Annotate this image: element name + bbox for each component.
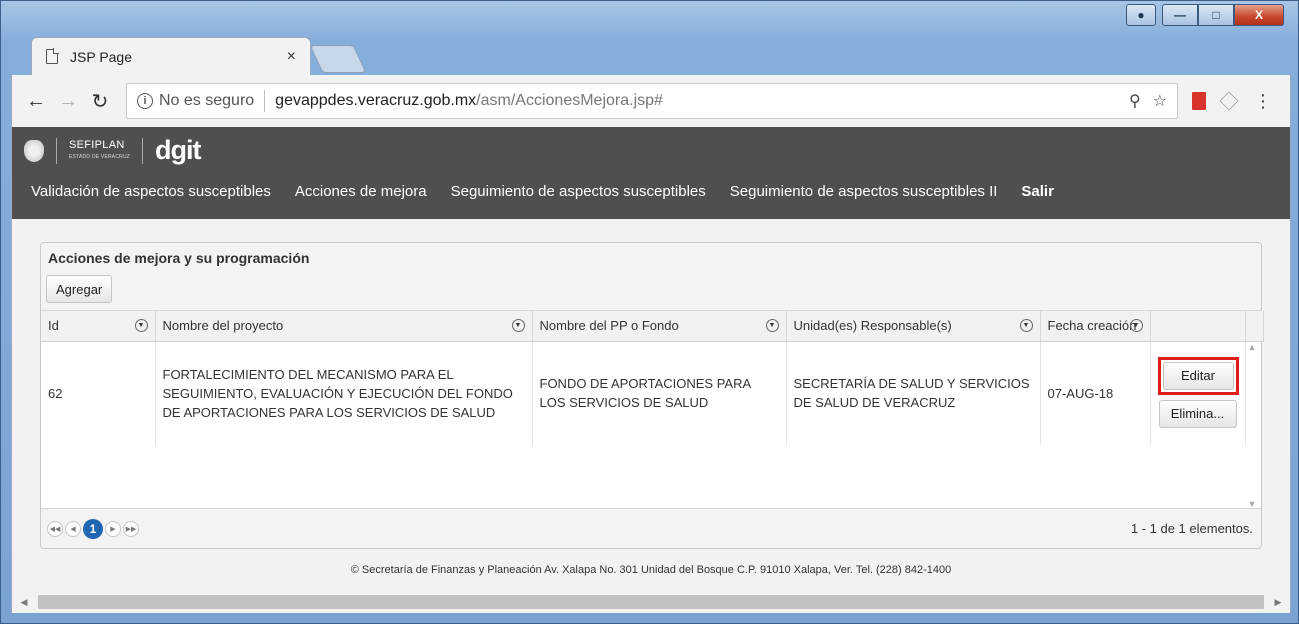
browser-toolbar: ← → ↻ i No es seguro gevappdes.veracruz.… (11, 75, 1291, 127)
column-header-proyecto[interactable]: Nombre del proyecto ▼ (155, 311, 533, 342)
cell-id: 62 (41, 341, 156, 445)
url-path: /asm/AccionesMejora.jsp# (476, 92, 663, 109)
page-number-button[interactable]: 1 (83, 518, 103, 539)
acciones-panel: Acciones de mejora y su programación Agr… (40, 242, 1264, 549)
column-header-label: Id (48, 318, 59, 334)
info-icon[interactable]: i (137, 93, 153, 109)
tab-close-icon[interactable]: × (287, 48, 296, 66)
nav-salir[interactable]: Salir (1021, 183, 1054, 200)
browser-tab[interactable]: JSP Page × (31, 37, 311, 75)
filter-icon[interactable]: ▼ (1129, 319, 1143, 332)
edit-highlight: Editar (1157, 356, 1239, 395)
cell-fondo: FONDO DE APORTACIONES PARA LOS SERVICIOS… (532, 341, 787, 445)
reload-icon[interactable]: ↻ (84, 89, 116, 114)
main-nav: Validación de aspectos susceptibles Acci… (31, 183, 1078, 200)
logo-divider (142, 137, 144, 164)
maximize-button[interactable]: □ (1198, 4, 1234, 26)
column-header-scroll (1245, 311, 1264, 342)
add-button[interactable]: Agregar (46, 275, 113, 303)
column-header-actions (1150, 311, 1246, 342)
next-page-icon[interactable]: ▶ (105, 520, 121, 537)
column-header-label: Nombre del proyecto (162, 318, 284, 334)
cell-unidad: SECRETARÍA DE SALUD Y SERVICIOS DE SALUD… (786, 341, 1041, 445)
forward-icon[interactable]: → (52, 90, 84, 113)
bookmark-star-icon[interactable]: ☆ (1153, 91, 1167, 111)
pager-info: 1 - 1 de 1 elementos. (1130, 521, 1253, 536)
page-footer: © Secretaría de Finanzas y Planeación Av… (350, 564, 952, 576)
filter-icon[interactable]: ▼ (765, 319, 779, 332)
nav-acciones-mejora[interactable]: Acciones de mejora (295, 183, 427, 200)
browser-menu-icon[interactable]: ⋮ (1254, 91, 1272, 112)
panel-title: Acciones de mejora y su programación (48, 250, 310, 266)
scroll-thumb[interactable] (38, 595, 1264, 609)
address-bar[interactable]: i No es seguro gevappdes.veracruz.gob.mx… (126, 83, 1178, 119)
last-page-icon[interactable]: ▶▶ (123, 520, 139, 537)
new-tab-button[interactable] (309, 45, 367, 73)
edit-button[interactable]: Editar (1162, 361, 1234, 390)
horizontal-scrollbar[interactable]: ◀ ▶ (12, 591, 1290, 613)
nav-seguimiento-ii[interactable]: Seguimiento de aspectos susceptibles II (730, 183, 998, 200)
sefiplan-logo: SEFIPLAN ESTADO DE VERACRUZ (69, 139, 130, 163)
extension-bookmark-icon[interactable] (1192, 92, 1206, 110)
grid-pager: ◀◀ ◀ 1 ▶ ▶▶ 1 - 1 de 1 elementos. (41, 508, 1261, 548)
column-header-unidad[interactable]: Unidad(es) Responsable(s) ▼ (786, 311, 1041, 342)
close-window-button[interactable]: X (1234, 4, 1284, 26)
panel-header: Acciones de mejora y su programación Agr… (41, 243, 1261, 311)
filter-icon[interactable]: ▼ (511, 319, 525, 332)
page-viewport: SEFIPLAN ESTADO DE VERACRUZ dgit Validac… (11, 127, 1291, 613)
user-icon[interactable]: ● (1126, 4, 1156, 26)
grid-vertical-scrollbar[interactable]: ▲ ▼ (1243, 342, 1261, 509)
column-header-label: Nombre del PP o Fondo (539, 318, 679, 334)
filter-icon[interactable]: ▼ (134, 319, 148, 332)
logos: SEFIPLAN ESTADO DE VERACRUZ dgit (24, 135, 202, 166)
prev-page-icon[interactable]: ◀ (65, 520, 81, 537)
browser-window: ● — □ X JSP Page × ← → ↻ i No es seguro … (0, 0, 1299, 624)
data-grid: Id ▼ Nombre del proyecto ▼ Nombre del PP o… (41, 311, 1264, 445)
url-host: gevappdes.veracruz.gob.mx (275, 92, 477, 109)
table-row: 62 FORTALECIMIENTO DEL MECANISMO PARA EL… (41, 341, 1263, 445)
filter-icon[interactable]: ▼ (1019, 319, 1033, 332)
sefiplan-text: SEFIPLAN (69, 138, 125, 151)
first-page-icon[interactable]: ◀◀ (47, 520, 63, 537)
column-header-fecha[interactable]: Fecha creación ▼ (1040, 311, 1151, 342)
site-header: SEFIPLAN ESTADO DE VERACRUZ dgit Validac… (12, 127, 1290, 219)
dgit-logo: dgit (155, 135, 201, 165)
sefiplan-subtext: ESTADO DE VERACRUZ (69, 153, 131, 160)
column-header-fondo[interactable]: Nombre del PP o Fondo ▼ (532, 311, 787, 342)
column-header-label: Fecha creación (1047, 318, 1137, 334)
column-header-id[interactable]: Id ▼ (41, 311, 156, 342)
column-header-label: Unidad(es) Responsable(s) (793, 318, 952, 334)
cell-fecha: 07-AUG-18 (1040, 341, 1151, 445)
extension-cube-icon[interactable] (1219, 91, 1239, 111)
logo-divider (56, 137, 57, 164)
scroll-right-icon[interactable]: ▶ (1266, 597, 1290, 608)
grid-header-row: Id ▼ Nombre del proyecto ▼ Nombre del PP o… (41, 311, 1264, 342)
nav-validacion[interactable]: Validación de aspectos susceptibles (31, 183, 271, 200)
nav-seguimiento[interactable]: Seguimiento de aspectos susceptibles (451, 183, 706, 200)
scroll-up-icon[interactable]: ▲ (1243, 342, 1261, 352)
url-separator (264, 90, 266, 112)
cell-proyecto: FORTALECIMIENTO DEL MECANISMO PARA EL SE… (155, 341, 533, 445)
scroll-left-icon[interactable]: ◀ (12, 597, 36, 608)
state-crest-icon (24, 139, 44, 162)
zoom-icon[interactable]: ⚲ (1129, 91, 1141, 111)
delete-button[interactable]: Elimina... (1158, 399, 1237, 428)
tab-strip: JSP Page × (11, 35, 1291, 75)
minimize-button[interactable]: — (1162, 4, 1198, 26)
security-label: No es seguro (159, 92, 255, 109)
back-icon[interactable]: ← (20, 90, 52, 113)
tab-title: JSP Page (70, 48, 133, 65)
cell-actions: Editar Elimina... (1150, 341, 1246, 445)
page-icon (46, 48, 59, 64)
window-controls: ● — □ X (1126, 4, 1284, 26)
